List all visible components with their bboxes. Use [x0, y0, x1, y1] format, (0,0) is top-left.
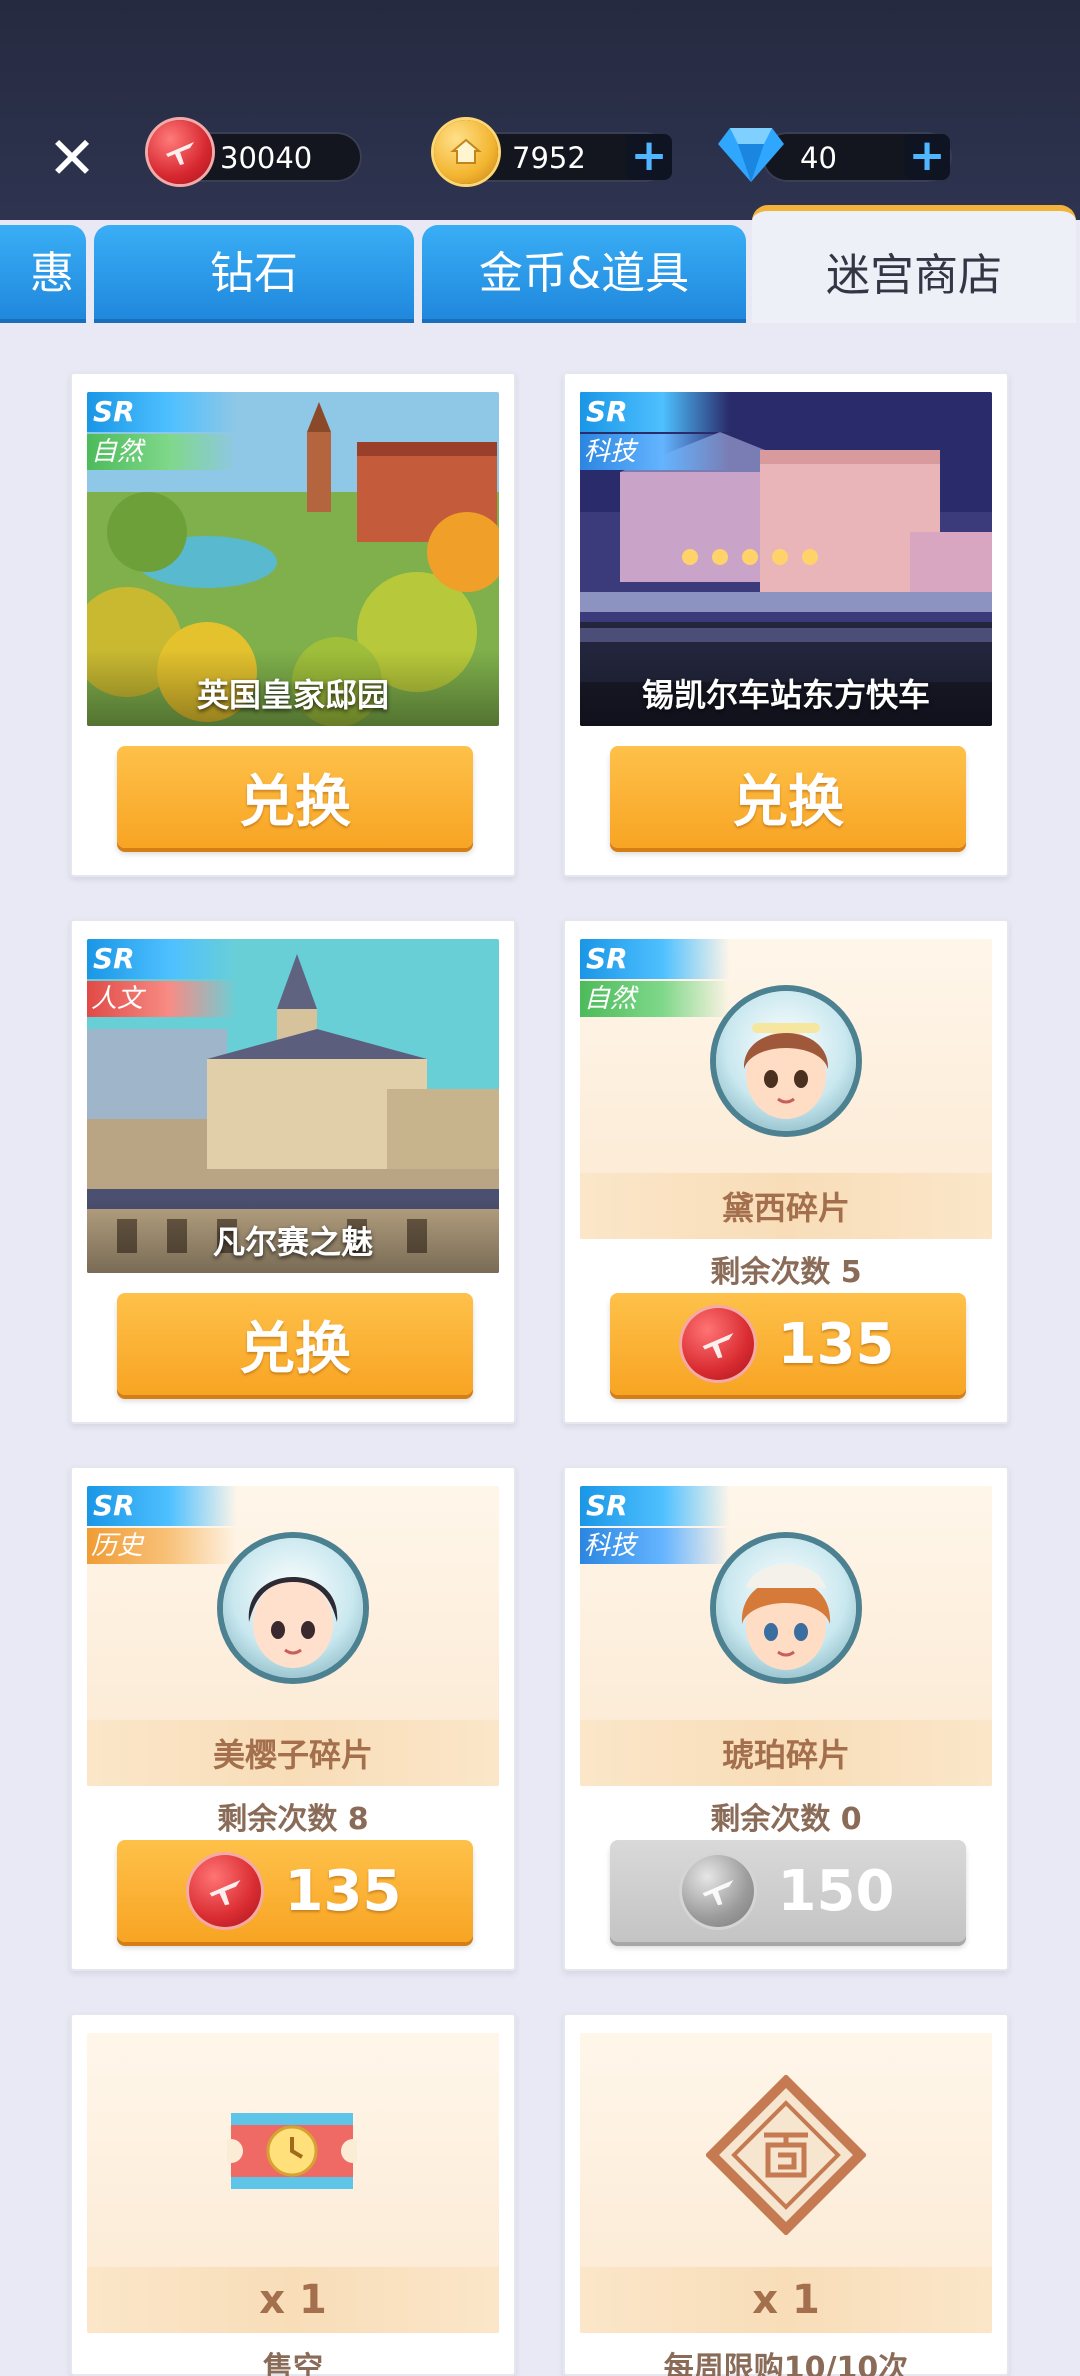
- exchange-button[interactable]: 兑换: [117, 1293, 473, 1395]
- item-name: 琥珀碎片: [721, 1736, 850, 1774]
- item-name: 锡凯尔车站东方快车: [641, 676, 930, 714]
- category-badge: 自然: [580, 981, 730, 1017]
- shop-card: SR 自然 黛西碎片 剩余次数 5 135: [563, 919, 1009, 1424]
- shop-tabs: 惠 钻石 金币&道具 迷宫商店: [0, 205, 1080, 323]
- exchange-button[interactable]: 兑换: [610, 746, 966, 848]
- category-badge: 科技: [580, 434, 730, 470]
- category-badge: 历史: [87, 1528, 237, 1564]
- purchase-limit: 每周限购10/10次: [663, 2351, 909, 2376]
- category-badge: 人文: [87, 981, 237, 1017]
- diamond-balance: 40: [800, 141, 837, 175]
- buy-button[interactable]: 135: [117, 1840, 473, 1942]
- remaining-count: 剩余次数 0: [710, 1802, 862, 1837]
- fragment-preview: SR 科技 琥珀碎片: [580, 1486, 992, 1786]
- rarity-badge: SR: [87, 1486, 237, 1526]
- price: 150: [777, 1858, 895, 1924]
- item-name: 黛西碎片: [721, 1189, 850, 1227]
- price: 135: [284, 1858, 402, 1924]
- shop-card: x 1 每周限购10/10次: [563, 2013, 1009, 2376]
- item-status: 售空: [263, 2351, 323, 2376]
- remaining-count: 剩余次数 8: [217, 1802, 369, 1837]
- rarity-badge: SR: [580, 392, 730, 432]
- item-quantity: x 1: [259, 2277, 327, 2323]
- shop-card: x 1 售空: [70, 2013, 516, 2376]
- plane-ticket-icon: [188, 1855, 261, 1927]
- coin-icon: [434, 120, 498, 184]
- tab-coins-items[interactable]: 金币&道具: [422, 225, 746, 323]
- building-preview: SR 科技 锡凯尔车站东方快车: [580, 392, 992, 726]
- shop-card: SR 人文 凡尔赛之魅 兑换: [70, 919, 516, 1424]
- shop-item-grid: SR 自然 英国皇家邸园 兑换 SR 科技 锡凯尔车站东方快车 兑换 SR 人文…: [0, 323, 1080, 2376]
- time-ticket-icon: [227, 2113, 357, 2189]
- rarity-badge: SR: [580, 939, 730, 979]
- tab-diamonds[interactable]: 钻石: [94, 225, 414, 323]
- remaining-count: 剩余次数 5: [710, 1255, 862, 1290]
- tab-maze-shop[interactable]: 迷宫商店: [752, 205, 1076, 323]
- building-preview: SR 自然 英国皇家邸园: [87, 392, 499, 726]
- price: 135: [777, 1311, 895, 1377]
- shop-card: SR 科技 琥珀碎片 剩余次数 0 150: [563, 1466, 1009, 1971]
- rarity-badge: SR: [87, 939, 237, 979]
- item-preview: x 1: [580, 2033, 992, 2333]
- maze-token-icon: [706, 2075, 866, 2235]
- building-preview: SR 人文 凡尔赛之魅: [87, 939, 499, 1273]
- exchange-button[interactable]: 兑换: [117, 746, 473, 848]
- item-name: 凡尔赛之魅: [212, 1223, 373, 1261]
- character-avatar: [716, 1538, 856, 1678]
- close-button[interactable]: ✕: [44, 129, 100, 187]
- item-name: 美樱子碎片: [212, 1736, 373, 1774]
- item-preview: x 1: [87, 2033, 499, 2333]
- buy-button[interactable]: 135: [610, 1293, 966, 1395]
- item-quantity: x 1: [752, 2277, 820, 2323]
- character-avatar: [716, 991, 856, 1131]
- plane-ticket-icon: [681, 1855, 754, 1927]
- shop-card: SR 科技 锡凯尔车站东方快车 兑换: [563, 372, 1009, 877]
- character-avatar: [223, 1538, 363, 1678]
- shop-card: SR 历史 美樱子碎片 剩余次数 8 135: [70, 1466, 516, 1971]
- top-bar: ✕ 30040 7952 + 40 +: [0, 0, 1080, 220]
- category-badge: 自然: [87, 434, 237, 470]
- plane-ticket-icon: [681, 1308, 754, 1380]
- plane-ticket-icon: [148, 120, 212, 184]
- fragment-preview: SR 自然 黛西碎片: [580, 939, 992, 1239]
- fragment-preview: SR 历史 美樱子碎片: [87, 1486, 499, 1786]
- coin-balance: 7952: [512, 141, 586, 175]
- category-badge: 科技: [580, 1528, 730, 1564]
- item-name: 英国皇家邸园: [196, 676, 389, 714]
- add-coin-button[interactable]: +: [626, 134, 672, 180]
- ticket-balance: 30040: [220, 141, 313, 175]
- rarity-badge: SR: [580, 1486, 730, 1526]
- shop-card: SR 自然 英国皇家邸园 兑换: [70, 372, 516, 877]
- add-diamond-button[interactable]: +: [904, 134, 950, 180]
- rarity-badge: SR: [87, 392, 237, 432]
- tab-offers[interactable]: 惠: [0, 225, 86, 323]
- diamond-icon: [716, 124, 786, 184]
- buy-button-disabled[interactable]: 150: [610, 1840, 966, 1942]
